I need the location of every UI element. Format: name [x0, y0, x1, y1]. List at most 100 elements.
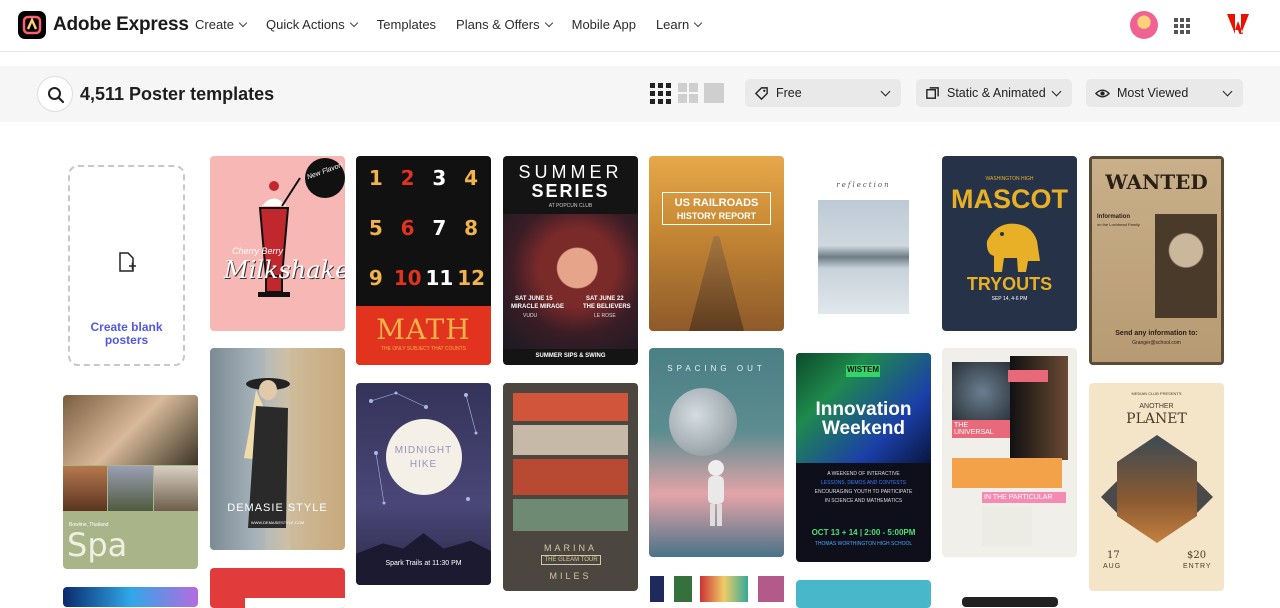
math-digits-grid: 1 2 3 4 5 6 7 8 9 10 11 12 [360, 166, 487, 306]
summer-left-band: MIRACLE MIRAGE [511, 304, 564, 310]
astronaut-figure [708, 460, 724, 526]
sort-label: Most Viewed [1117, 86, 1189, 100]
template-card-railroads[interactable]: US RAILROADS HISTORY REPORT [649, 156, 784, 331]
summer-right-venue: LE ROSE [594, 313, 616, 319]
template-card-midnight-hike[interactable]: MIDNIGHT HIKE Spark Trails at 11:30 PM [356, 383, 491, 585]
railroads-title-1: US RAILROADS [674, 197, 759, 209]
railroads-title-2: HISTORY REPORT [676, 211, 757, 221]
summer-subtitle: AT POPCUN CLUB [548, 203, 593, 209]
moon-circle [386, 419, 462, 495]
innovation-tag: WISTEM [846, 365, 880, 377]
user-avatar[interactable] [1130, 11, 1158, 39]
reflection-title: reflection [836, 181, 891, 189]
spa-title: Spa [67, 526, 128, 564]
planet-day: 17 [1107, 550, 1120, 561]
search-button[interactable] [37, 76, 73, 112]
price-filter-dropdown[interactable]: Free [745, 79, 901, 107]
nav-learn[interactable]: Learn [655, 17, 703, 32]
view-medium-grid-icon[interactable] [678, 83, 698, 103]
math-digit: 7 [432, 216, 447, 240]
planet-top: MEDIAN CLUB PRESENTS [1131, 391, 1182, 396]
animation-icon [926, 86, 939, 99]
mascot-date: SEP 14, 4-6 PM [991, 296, 1028, 302]
math-subtitle: THE ONLY SUBJECT THAT COUNTS [380, 346, 466, 352]
template-card-marina-miles[interactable]: MARINA THE GLEAM TOUR MILES [503, 383, 638, 591]
nav-templates[interactable]: Templates [377, 17, 436, 32]
nav-mobile-app[interactable]: Mobile App [572, 17, 636, 32]
chevron-down-icon [880, 86, 891, 97]
template-card-red[interactable] [210, 568, 345, 608]
milkshake-illustration [258, 177, 301, 297]
chevron-down-icon [238, 18, 248, 28]
nav-learn-label: Learn [655, 17, 690, 32]
universal-label: THE UNIVERSAL [952, 420, 1010, 438]
bear-mascot-illustration [986, 223, 1040, 272]
create-blank-poster-card[interactable]: Create blank posters [68, 165, 185, 366]
template-card-innovation-weekend[interactable]: WISTEM Innovation Weekend A WEEKEND OF I… [796, 353, 931, 562]
template-card-reflection[interactable]: reflection [796, 156, 931, 331]
template-card-universal[interactable]: THE UNIVERSAL IN THE PARTICULAR [942, 348, 1077, 557]
nav-quick-actions[interactable]: Quick Actions [266, 17, 359, 32]
price-filter-label: Free [776, 86, 802, 100]
milkshake-title: Milkshake [224, 256, 345, 284]
math-digit: 6 [400, 216, 415, 240]
view-small-grid-icon[interactable] [650, 83, 671, 104]
template-card-spa[interactable]: Bowline, Thailand Spa [63, 395, 198, 569]
innovation-body-1: A WEEKEND OF INTERACTIVE [827, 471, 900, 477]
marina-subtitle: MILES [549, 571, 592, 581]
price-tag-icon [754, 86, 768, 100]
math-digit: 12 [457, 266, 486, 290]
math-digit: 4 [464, 166, 479, 190]
template-card-photo-collage[interactable] [650, 576, 784, 604]
demasie-url: WWW.DEMASIESTYLE.COM [250, 520, 305, 525]
summer-right-band: THE BELIEVERS [583, 304, 631, 310]
demasie-title: DEMASIE STYLE [227, 502, 328, 514]
apps-grid-icon[interactable] [1174, 18, 1190, 34]
innovation-date: OCT 13 + 14 | 2:00 - 5:00PM [811, 528, 916, 537]
innovation-body-4: IN SCIENCE AND MATHEMATICS [824, 498, 903, 504]
view-large-icon[interactable] [704, 83, 724, 103]
planet-month: AUG [1103, 563, 1122, 570]
adobe-logo-icon[interactable] [1227, 14, 1249, 34]
nav-mobile-label: Mobile App [571, 17, 636, 32]
universal-particular: IN THE PARTICULAR [982, 492, 1066, 503]
template-card-mascot[interactable]: WASHINGTON HIGH MASCOT TRYOUTS SEP 14, 4… [942, 156, 1077, 331]
mascot-title: MASCOT [951, 184, 1068, 214]
mascot-subtitle: TRYOUTS [966, 274, 1053, 294]
template-card-summer-series[interactable]: SUMMER SERIES AT POPCUN CLUB SAT JUNE 15… [503, 156, 638, 365]
midnight-title-1: MIDNIGHT [394, 445, 453, 456]
nav-templates-label: Templates [376, 17, 437, 32]
spacing-title: SPACING OUT [667, 364, 766, 373]
innovation-body-3: ENCOURAGING YOUTH TO PARTICIPATE [814, 489, 913, 495]
create-blank-label: Create blank posters [90, 320, 163, 347]
nav-create[interactable]: Create [195, 17, 248, 32]
top-navigation: Adobe Express Create Quick Actions Templ… [0, 0, 1280, 52]
innovation-title-2: Weekend [821, 418, 906, 439]
chevron-down-icon [693, 18, 703, 28]
template-card-another-planet[interactable]: MEDIAN CLUB PRESENTS ANOTHER PLANET 17 A… [1089, 383, 1224, 591]
summer-title-1: SUMMER [518, 162, 623, 182]
template-card-milkshake[interactable]: New Flavor! Cherry Berry Milkshake [210, 156, 345, 331]
template-card-demasie[interactable]: DEMASIE STYLE WWW.DEMASIESTYLE.COM [210, 348, 345, 550]
template-card-spacing-out[interactable]: SPACING OUT [649, 348, 784, 557]
brand-name[interactable]: Adobe Express [53, 14, 189, 36]
main-nav: Create Quick Actions Templates Plans & O… [195, 17, 721, 32]
template-card-neon[interactable] [63, 587, 198, 607]
template-card-wanted[interactable]: WANTED Information on the Lochhead Famil… [1089, 156, 1224, 365]
planet-title-2: PLANET [1126, 411, 1187, 427]
math-digit: 3 [432, 166, 447, 190]
template-count-heading: 4,511 Poster templates [80, 84, 275, 104]
adobe-express-logo-icon[interactable] [18, 11, 46, 39]
nav-plans-offers[interactable]: Plans & Offers [456, 17, 553, 32]
innovation-body-2: LESSONS, DEMOS AND CONTESTS [820, 480, 907, 486]
math-digit: 9 [368, 266, 383, 290]
template-card-partial[interactable] [962, 597, 1058, 607]
animation-filter-dropdown[interactable]: Static & Animated [916, 79, 1072, 107]
planet-price: $20 [1187, 550, 1207, 561]
math-digit: 8 [464, 216, 479, 240]
template-card-math[interactable]: 1 2 3 4 5 6 7 8 9 10 11 12 MATH THE ONLY SUBJECT TH… [356, 156, 491, 365]
sort-dropdown[interactable]: Most Viewed [1086, 79, 1243, 107]
math-digit: 5 [368, 216, 383, 240]
summer-left-date: SAT JUNE 15 [515, 296, 553, 302]
planet-entry: ENTRY [1183, 563, 1212, 570]
